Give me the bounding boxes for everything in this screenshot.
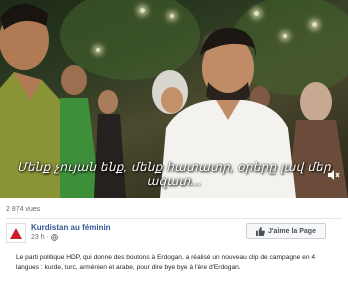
like-page-button[interactable]: J'aime la Page [246, 223, 326, 239]
globe-icon [51, 234, 58, 241]
post-body-text: Le parti politique HDP, qui donne des bo… [16, 254, 316, 271]
page-avatar[interactable] [6, 223, 26, 243]
divider [6, 218, 342, 219]
post-timestamp[interactable]: 23 h [31, 234, 45, 241]
string-light [312, 22, 317, 27]
thumbs-up-icon [256, 226, 265, 236]
page-name-link[interactable]: Kurdistan au féminin [31, 223, 111, 232]
post-meta: 23 h · [31, 234, 58, 241]
separator-dot: · [46, 234, 49, 241]
video-player[interactable]: Մենք չույան ենք, մենք հատատր, օրերը լավ … [0, 0, 348, 198]
avatar-logo-icon [10, 227, 22, 239]
video-subtitle: Մենք չույան ենք, մենք հատատր, օրերը լավ … [17, 160, 331, 188]
like-page-label: J'aime la Page [268, 227, 316, 235]
view-count: 2 874 vues [6, 206, 41, 213]
mute-icon[interactable] [328, 170, 340, 180]
